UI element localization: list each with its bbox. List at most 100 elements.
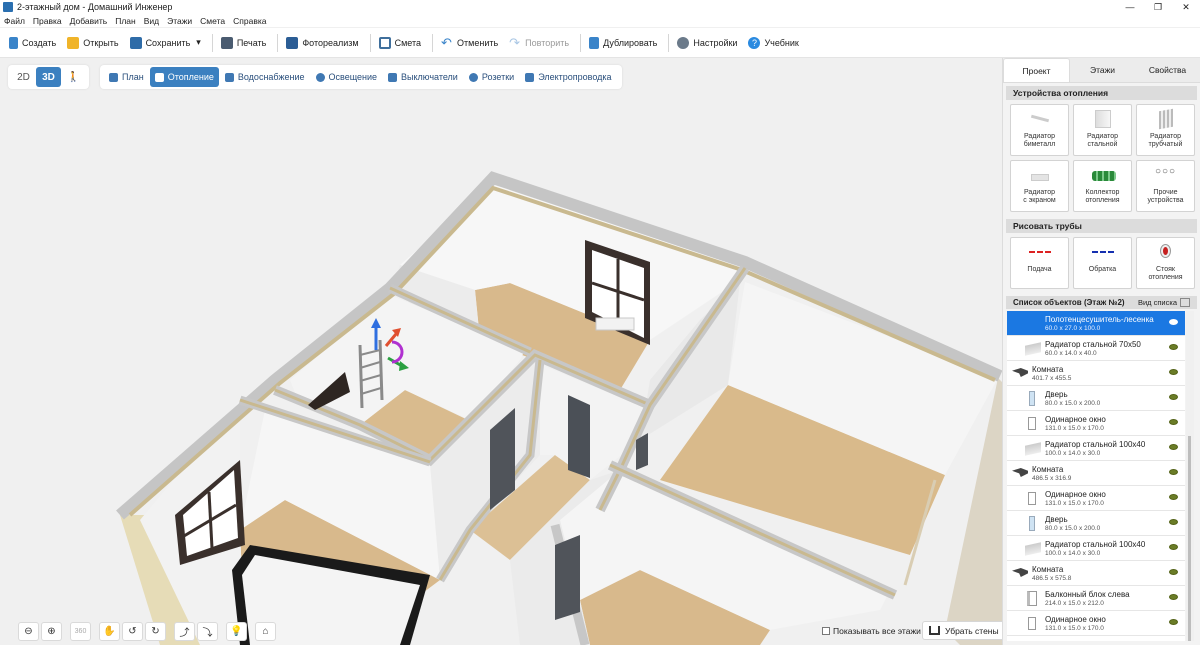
heating-collector-card[interactable]: Коллектор отопления (1073, 160, 1132, 212)
object-row[interactable]: Одинарное окно 131.0 x 15.0 x 170.0 (1007, 486, 1185, 511)
radiator-tubular-card[interactable]: Радиатор трубчатый (1136, 104, 1195, 156)
menu-edit[interactable]: Правка (33, 16, 62, 26)
open-button[interactable]: Открыть (63, 31, 122, 55)
maximize-button[interactable]: ❐ (1144, 0, 1172, 14)
return-pipe-card[interactable]: Обратка (1073, 237, 1132, 289)
tab-properties[interactable]: Свойства (1135, 58, 1200, 82)
object-row[interactable]: Балконный блок слева 214.0 x 15.0 x 212.0 (1007, 586, 1185, 611)
app-icon (3, 2, 13, 12)
zoom-out-icon[interactable]: ⊖ (18, 621, 39, 641)
visibility-eye-icon[interactable] (1169, 444, 1178, 450)
object-row[interactable]: Одинарное окно 131.0 x 15.0 x 170.0 (1007, 611, 1185, 636)
print-button[interactable]: Печать (217, 31, 270, 55)
tab-plan[interactable]: План (104, 67, 149, 87)
pan-hand-icon[interactable]: ✋ (99, 621, 120, 641)
3d-viewport[interactable]: 2D 3D 🚶 План Отопление Водоснабжение Осв… (0, 58, 1002, 645)
chevron-down-icon[interactable]: ▾ (196, 37, 201, 48)
checkbox-box[interactable] (822, 627, 830, 635)
object-row[interactable]: Одинарное окно 131.0 x 15.0 x 170.0 (1007, 411, 1185, 436)
visibility-eye-icon[interactable] (1169, 619, 1178, 625)
tab-sockets[interactable]: Розетки (464, 67, 519, 87)
rotate-360-icon[interactable]: 360 (70, 621, 91, 641)
tutorial-button[interactable]: ? Учебник (744, 31, 802, 55)
object-row[interactable]: Радиатор стальной 70x50 60.0 x 14.0 x 40.… (1007, 336, 1185, 361)
tab-water[interactable]: Водоснабжение (220, 67, 310, 87)
radiator-bimetal-card[interactable]: Радиатор биметалл (1010, 104, 1069, 156)
door-hall-2[interactable] (568, 395, 590, 478)
estimate-button[interactable]: Смета (375, 31, 425, 55)
duplicate-button[interactable]: Дублировать (585, 31, 661, 55)
object-row[interactable]: Комната 486.5 x 316.9 (1007, 461, 1185, 486)
visibility-eye-icon[interactable] (1169, 494, 1178, 500)
menu-add[interactable]: Добавить (70, 16, 108, 26)
object-row[interactable]: Радиатор стальной 100x40 100.0 x 14.0 x 3… (1007, 536, 1185, 561)
tab-heating[interactable]: Отопление (149, 67, 219, 87)
visibility-eye-icon[interactable] (1169, 594, 1178, 600)
window-icon (1025, 491, 1043, 506)
zoom-in-icon[interactable]: ⊕ (41, 621, 62, 641)
tab-lighting[interactable]: Освещение (311, 67, 383, 87)
list-view-toggle[interactable]: Вид списка (1138, 298, 1177, 307)
list-view-icon[interactable] (1180, 298, 1190, 307)
home-icon[interactable]: ⌂ (255, 621, 276, 641)
objects-list-scrollbar[interactable] (1186, 311, 1194, 641)
object-row[interactable]: Комната 486.5 x 575.8 (1007, 561, 1185, 586)
menu-view[interactable]: Вид (144, 16, 159, 26)
objects-list[interactable]: Полотенцесушитель-лесенка 60.0 x 27.0 x 1… (1007, 311, 1185, 641)
rotate-left-icon[interactable]: ↺ (122, 621, 143, 641)
menu-plan[interactable]: План (115, 16, 136, 26)
save-label: Сохранить (145, 37, 191, 48)
light-bulb-icon[interactable]: 💡 (226, 621, 247, 641)
visibility-eye-icon[interactable] (1169, 569, 1178, 575)
visibility-eye-icon[interactable] (1169, 344, 1178, 350)
show-all-floors-checkbox[interactable]: Показывать все этажи (822, 626, 921, 636)
supply-pipe-card[interactable]: Подача (1010, 237, 1069, 289)
radiator-steel-card[interactable]: Радиатор стальной (1073, 104, 1132, 156)
tilt-up-icon[interactable]: ⤴ (174, 621, 195, 641)
visibility-eye-icon[interactable] (1169, 519, 1178, 525)
tab-wiring[interactable]: Электропроводка (520, 67, 616, 87)
visibility-eye-icon[interactable] (1169, 544, 1178, 550)
visibility-eye-icon[interactable] (1169, 394, 1178, 400)
tab-heating-label: Отопление (167, 72, 214, 82)
visibility-eye-icon[interactable] (1169, 469, 1178, 475)
visibility-eye-icon[interactable] (1169, 319, 1178, 325)
photorealism-button[interactable]: Фотореализм (282, 31, 362, 55)
object-row[interactable]: Полотенцесушитель-лесенка 60.0 x 27.0 x 1… (1007, 311, 1185, 336)
house-3d-scene[interactable] (0, 58, 1002, 645)
collector-icon (1091, 166, 1116, 184)
heating-riser-card[interactable]: Стояк отопления (1136, 237, 1195, 289)
door-bottom[interactable] (555, 535, 580, 620)
remove-walls-button[interactable]: Убрать стены (922, 621, 1006, 640)
visibility-eye-icon[interactable] (1169, 369, 1178, 375)
undo-button[interactable]: ↶ Отменить (437, 31, 502, 55)
menu-estimate[interactable]: Смета (200, 16, 225, 26)
other-devices-card[interactable]: ○○○ Прочие устройства (1136, 160, 1195, 212)
settings-button[interactable]: Настройки (673, 31, 741, 55)
tab-floors[interactable]: Этажи (1070, 58, 1135, 82)
mode-2d-button[interactable]: 2D (11, 67, 36, 87)
rotate-right-icon[interactable]: ↻ (145, 621, 166, 641)
tilt-down-icon[interactable]: ⤵ (197, 621, 218, 641)
redo-button[interactable]: ↷ Повторить (505, 31, 573, 55)
tab-switches[interactable]: Выключатели (383, 67, 463, 87)
menu-floors[interactable]: Этажи (167, 16, 192, 26)
object-name: Комната (1032, 465, 1064, 474)
close-button[interactable]: ✕ (1172, 0, 1200, 14)
create-button[interactable]: Создать (5, 31, 60, 55)
menu-help[interactable]: Справка (233, 16, 266, 26)
walk-mode-icon[interactable]: 🚶 (61, 67, 86, 87)
visibility-eye-icon[interactable] (1169, 419, 1178, 425)
scrollbar-thumb[interactable] (1188, 436, 1191, 641)
tab-project[interactable]: Проект (1003, 58, 1070, 82)
object-row[interactable]: Дверь 80.0 x 15.0 x 200.0 (1007, 386, 1185, 411)
menu-file[interactable]: Файл (4, 16, 25, 26)
radiator-top-room[interactable] (595, 317, 635, 331)
object-row[interactable]: Радиатор стальной 100x40 100.0 x 14.0 x 3… (1007, 436, 1185, 461)
object-row[interactable]: Дверь 80.0 x 15.0 x 200.0 (1007, 511, 1185, 536)
mode-3d-button[interactable]: 3D (36, 67, 61, 87)
minimize-button[interactable]: — (1116, 0, 1144, 14)
radiator-screen-card[interactable]: Радиатор с экраном (1010, 160, 1069, 212)
object-row[interactable]: Комната 401.7 x 455.5 (1007, 361, 1185, 386)
save-button[interactable]: Сохранить ▾ (126, 31, 205, 55)
